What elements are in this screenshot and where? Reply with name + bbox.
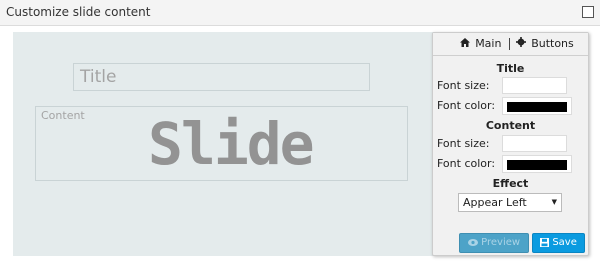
slide-content-text: Slide [148, 110, 315, 178]
slide-content-field[interactable]: Content Slide [35, 106, 408, 181]
save-button-label: Save [552, 237, 577, 248]
content-label: Content [41, 109, 85, 122]
title-font-color-picker[interactable] [502, 97, 572, 115]
gear-icon [516, 37, 529, 50]
content-font-size-label: Font size: [437, 137, 490, 150]
title-font-size-label: Font size: [437, 79, 490, 92]
floppy-disk-icon [540, 237, 552, 248]
effect-section-heading: Effect [492, 177, 529, 190]
panel-tabs: Main Buttons [433, 33, 588, 56]
preview-button[interactable]: Preview [459, 233, 529, 253]
title-font-size-input[interactable] [502, 77, 567, 94]
tab-separator [509, 38, 510, 50]
content-font-color-picker[interactable] [502, 155, 572, 173]
tab-buttons[interactable]: Buttons [516, 37, 574, 50]
slide-title-field[interactable]: Title [73, 63, 370, 91]
dialog-header: Customize slide content [0, 0, 600, 26]
home-icon [460, 38, 473, 50]
content-section-heading: Content [485, 119, 536, 132]
dialog-title: Customize slide content [6, 5, 151, 19]
effect-selected-value: Appear Left [463, 196, 527, 209]
caret-down-icon: ▼ [551, 198, 557, 206]
title-font-color-label: Font color: [437, 99, 496, 112]
slide-title-placeholder: Title [80, 67, 117, 87]
tab-main[interactable]: Main [460, 37, 501, 50]
title-section-heading: Title [496, 62, 525, 75]
preview-button-label: Preview [481, 237, 521, 248]
content-color-swatch [507, 160, 567, 170]
eye-icon [467, 237, 481, 248]
slide-canvas: Title Content Slide [13, 32, 434, 256]
tab-main-label: Main [475, 37, 502, 50]
content-font-size-input[interactable] [502, 135, 567, 152]
header-checkbox[interactable] [582, 6, 594, 18]
effect-select[interactable]: Appear Left ▼ [458, 193, 562, 212]
save-button[interactable]: Save [532, 233, 585, 253]
tab-buttons-label: Buttons [531, 37, 574, 50]
title-color-swatch [507, 102, 567, 112]
content-font-color-label: Font color: [437, 157, 496, 170]
settings-panel: Main Buttons Title Font size: Font color… [432, 32, 589, 256]
